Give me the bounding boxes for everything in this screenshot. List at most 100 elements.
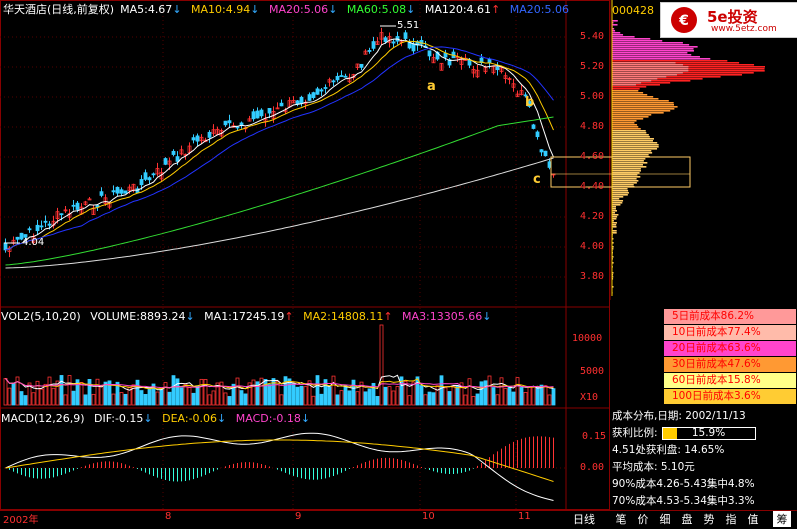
volume-bar [448,392,451,405]
tab-chou[interactable]: 筹 [773,511,791,527]
chip-bar [612,98,658,100]
volume-bar [320,394,323,405]
tab-bi[interactable]: 笔 [612,511,630,527]
volume-bar [36,381,39,405]
chip-bar [612,40,662,42]
volume-bar [168,392,171,405]
volume-tick: 10000 [572,333,602,344]
candle-body [384,38,387,42]
cost-90: 90%成本4.26-5.43集中4.8% [612,476,797,493]
volume-bar [304,387,307,405]
chip-bar [612,146,659,148]
profit-ratio-row: 获利比例:15.9% [612,425,797,442]
logo-url: www.5etz.com [711,24,777,34]
tab-jia[interactable]: 价 [634,511,652,527]
chip-bar-overlay [612,80,651,82]
cost-row-20d[interactable]: 20日前成本63.6% [664,341,796,357]
month-label: 2002年 [3,511,38,526]
chip-bar [612,150,651,152]
volume-bar [520,387,523,405]
month-label: 10 [422,511,435,522]
price-tick: 5.40 [580,31,604,42]
tab-zhi2[interactable]: 值 [744,511,762,527]
tab-pan[interactable]: 盘 [678,511,696,527]
up-arrow-icon: ↑ [284,310,293,323]
month-label: 9 [295,511,301,522]
chip-bar [612,56,700,58]
volume-bar [396,386,399,405]
candle-body [116,187,119,193]
volume-bar [32,393,35,405]
candle-body [4,243,7,250]
chip-bar [612,200,623,202]
low-price-label: 4.04 [22,237,44,248]
volume-bar [180,388,183,405]
cost-row-60d[interactable]: 60日前成本15.8% [664,373,796,389]
macd-tick: 0.15 [582,431,606,442]
candle-body [112,191,115,192]
cost-row-100d[interactable]: 100日前成本3.6% [664,389,796,405]
candle-body [140,179,143,184]
site-logo[interactable]: € 5e投资 www.5etz.com [660,2,797,38]
chip-bar [612,92,643,94]
chip-bar [612,140,653,142]
candle-body [312,93,315,98]
volume-bar [328,387,331,405]
chip-bar [612,58,710,60]
volume-bar [544,386,547,405]
chip-bar [612,170,641,172]
volume-bar [292,383,295,405]
cost-row-5d[interactable]: 5日前成本86.2% [664,309,796,325]
chip-bar [612,144,659,146]
chip-bar [612,134,649,136]
tab-zhi[interactable]: 指 [722,511,740,527]
chip-bar [612,230,617,232]
tab-shi[interactable]: 势 [700,511,718,527]
cost-row-30d[interactable]: 30日前成本47.6% [664,357,796,373]
cost-distribution-legend: 5日前成本86.2% 10日前成本77.4% 20日前成本63.6% 30日前成… [664,309,796,405]
chip-bar [612,52,687,54]
volume-bar [548,395,551,405]
chip-bar [612,190,628,192]
candle-body [540,150,543,152]
down-arrow-icon: ↓ [217,412,226,425]
chip-bar [612,148,657,150]
volume-bar [344,385,347,405]
volume-bar [72,391,75,405]
annotation-a: a [427,79,436,94]
volume-bar [92,394,95,405]
candle-body [76,203,79,209]
candle-body [144,173,147,180]
moving-average-lines [6,39,554,268]
volume-bar [64,395,67,405]
volume-bar [12,383,15,405]
chip-bar [612,188,628,190]
ma120-label: MA120:4.61 [425,3,491,16]
macd-lines [6,433,554,500]
chip-bar-overlay [612,84,636,86]
ma20-line [6,47,554,250]
chip-bar [612,166,646,168]
cost-row-10d[interactable]: 10日前成本77.4% [664,325,796,341]
chip-bar [612,194,628,196]
ma20b-label: MA20:5.06 [510,3,569,16]
volume-bar [228,396,231,405]
chip-bar [612,198,619,200]
volume-bar [452,387,455,405]
down-arrow-icon: ↓ [185,310,194,323]
volume-bar [488,376,491,405]
macd-panel-header: MACD(12,26,9) DIF:-0.15↓ DEA:-0.06↓ MACD… [1,412,316,425]
chip-bar [612,48,694,50]
profit-bar: 15.9% [662,427,756,440]
ma5-line [6,39,554,250]
volume-unit: X10 [580,392,598,403]
volume-bar [364,392,367,405]
volume-bar [428,392,431,405]
tab-xi[interactable]: 细 [656,511,674,527]
chip-bar [612,222,617,224]
chip-bar [612,90,638,92]
chip-bar-overlay [612,72,683,74]
vol-ma2: MA2:14808.11 [303,310,383,323]
period-button[interactable]: 日线 [573,511,595,527]
volume-bars [4,325,555,405]
